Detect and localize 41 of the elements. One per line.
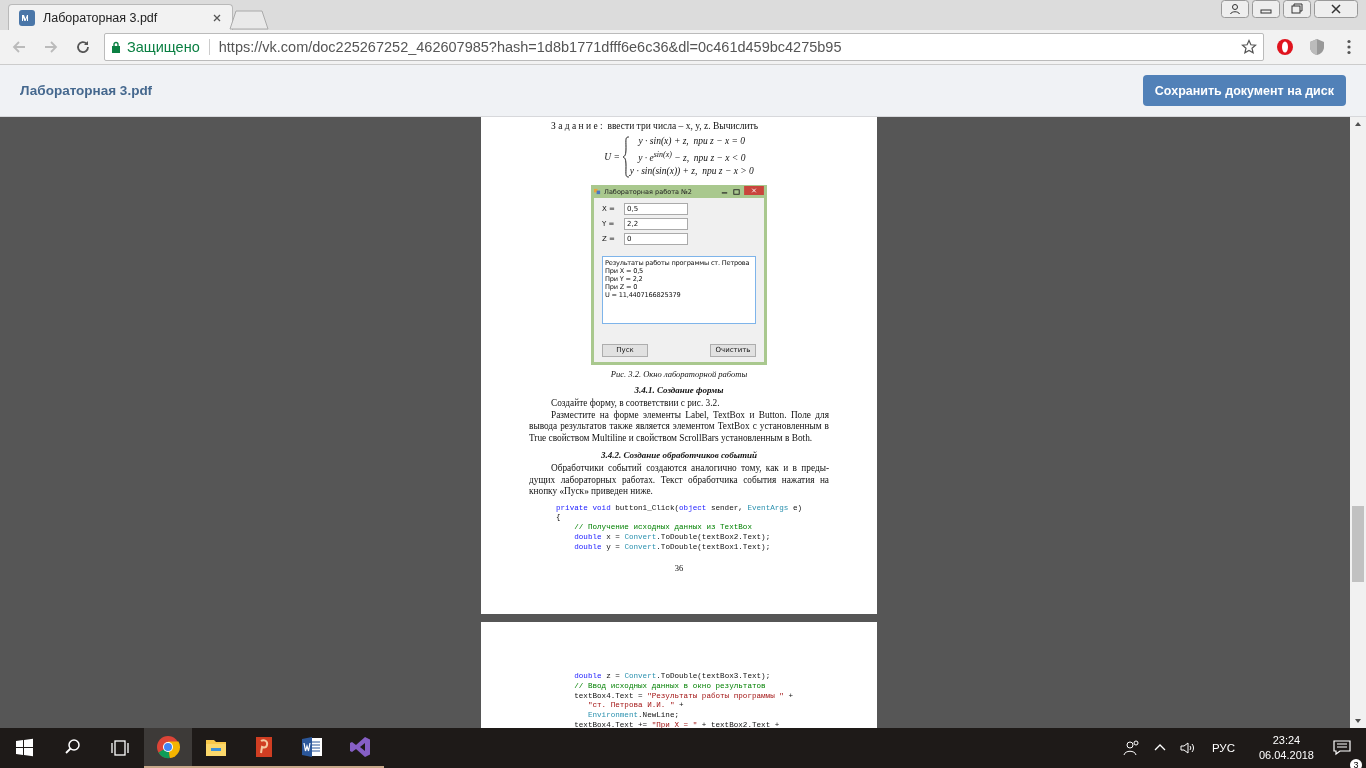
brace bbox=[621, 135, 630, 178]
close-icon bbox=[744, 185, 764, 195]
shield-icon[interactable] bbox=[1308, 38, 1326, 56]
clock-date[interactable]: 06.04.2018 bbox=[1258, 748, 1314, 763]
address-bar[interactable]: Защищено https://vk.com/doc225267252_462607985?hash=1d8b1771dfff6e6c36&dl=0c461d459bc4275b95 bbox=[104, 33, 1264, 61]
task-text: З а д а н и е : ввести три числа – x, y, z. Вычислить bbox=[550, 121, 760, 131]
security-label: Защищено bbox=[127, 39, 200, 55]
star-icon[interactable] bbox=[1241, 39, 1257, 55]
paragraph: Разместите на форме элементы Label, TextBox и Button. Поле для вывода результатов также является элементом TextBox с установленным в True свойством Multiline и свойством ScrollBars установленным в Both. bbox=[529, 409, 829, 445]
url-text: https://vk.com/doc225267252_462607985?hash=1d8b1771dfff6e6c36&dl=0c461d459bc4275b95 bbox=[218, 39, 843, 55]
notification-count: 3 bbox=[1350, 759, 1362, 768]
close-icon[interactable] bbox=[1314, 0, 1358, 18]
save-button[interactable]: Сохранить документ на диск bbox=[1142, 75, 1346, 106]
figure-caption: Рис. 3.2. Окно лабораторной работы bbox=[609, 369, 749, 380]
clock-time[interactable]: 23:24 bbox=[1272, 733, 1301, 748]
browser-tab[interactable]: Лабораторная 3.pdf bbox=[8, 4, 233, 30]
formula-line: y · sin(sin(x)) + z, при z − x > 0 bbox=[629, 165, 754, 179]
minimize-icon[interactable] bbox=[1252, 0, 1280, 18]
chrome-icon[interactable] bbox=[144, 728, 192, 768]
formula-line: y · e$^{sin(x)}$ − z, при z − x < 0 bbox=[638, 149, 746, 166]
lock-icon bbox=[111, 41, 121, 53]
notifications-icon[interactable] bbox=[1332, 738, 1352, 758]
document-title: Лабораторная 3.pdf bbox=[20, 83, 153, 98]
section-heading: 3.4.2. Создание обработчиков событий bbox=[599, 450, 759, 461]
formula-line: y · sin(x) + z, при z − x = 0 bbox=[638, 135, 746, 148]
language-indicator[interactable]: РУС bbox=[1211, 742, 1235, 754]
restore-icon[interactable] bbox=[1283, 0, 1311, 18]
close-icon[interactable] bbox=[212, 12, 222, 23]
scrollbar-thumb[interactable] bbox=[1352, 506, 1364, 582]
reload-icon[interactable] bbox=[75, 39, 91, 55]
section-heading: 3.4.1. Создание формы bbox=[633, 385, 725, 396]
scrollbar[interactable] bbox=[1350, 117, 1366, 728]
formula-text: U = bbox=[604, 151, 620, 162]
opera-icon[interactable] bbox=[1276, 38, 1294, 56]
page-number: 36 bbox=[673, 562, 685, 573]
people-icon[interactable] bbox=[1121, 738, 1142, 758]
maximize-icon bbox=[732, 187, 741, 196]
paragraph: Обработчики событий создаются аналогично тому, как и в преды-дущих лабораторных работах. Текст обработчика события нажатия на кнопку «Пуск» приведен ниже. bbox=[529, 463, 829, 498]
paragraph: Создайте форму, в соответствии с рис. 3.2. bbox=[550, 398, 721, 410]
profile-icon[interactable] bbox=[1221, 0, 1249, 18]
form-icon bbox=[594, 188, 601, 196]
